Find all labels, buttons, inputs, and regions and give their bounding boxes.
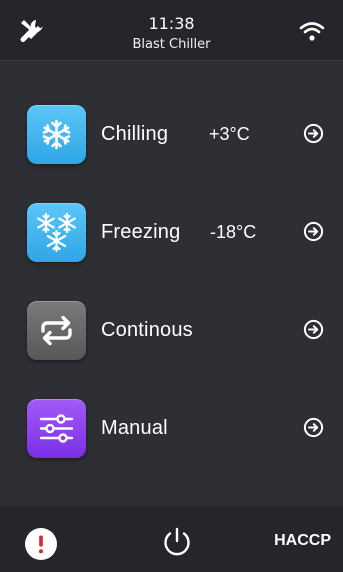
header-bar: 11:38 Blast Chiller	[0, 0, 343, 61]
manual-tile	[27, 399, 86, 458]
program-menu: Chilling +3°C Freezing -18°C Continous M…	[0, 60, 343, 506]
menu-item-manual[interactable]: Manual	[0, 392, 343, 462]
menu-item-label: Chilling	[101, 123, 169, 145]
page-title: Blast Chiller	[132, 37, 211, 52]
snowflake-icon	[42, 119, 71, 150]
arrow-right-circle-icon[interactable]	[303, 123, 324, 144]
repeat-icon	[41, 315, 72, 346]
menu-item-chilling[interactable]: Chilling +3°C	[0, 98, 343, 168]
menu-item-temperature: +3°C	[209, 124, 250, 144]
snowflakes-icon	[37, 212, 76, 253]
power-icon[interactable]	[160, 525, 194, 559]
wifi-icon[interactable]	[298, 19, 326, 43]
arrow-right-circle-icon[interactable]	[303, 319, 324, 340]
menu-item-continous[interactable]: Continous	[0, 294, 343, 364]
chilling-tile	[27, 105, 86, 164]
clock-time: 11:38	[148, 14, 195, 33]
menu-item-label: Continous	[101, 319, 193, 341]
arrow-right-circle-icon[interactable]	[303, 221, 324, 242]
freezing-tile	[27, 203, 86, 262]
continous-tile	[27, 301, 86, 360]
footer-bar: HACCP	[0, 506, 343, 572]
arrow-right-circle-icon[interactable]	[303, 417, 324, 438]
alert-icon[interactable]	[25, 528, 57, 560]
haccp-button[interactable]: HACCP	[274, 531, 331, 551]
menu-item-label: Freezing	[101, 221, 181, 243]
menu-item-label: Manual	[101, 417, 168, 439]
menu-item-freezing[interactable]: Freezing -18°C	[0, 196, 343, 266]
sliders-icon	[39, 414, 74, 443]
menu-item-temperature: -18°C	[210, 222, 257, 242]
